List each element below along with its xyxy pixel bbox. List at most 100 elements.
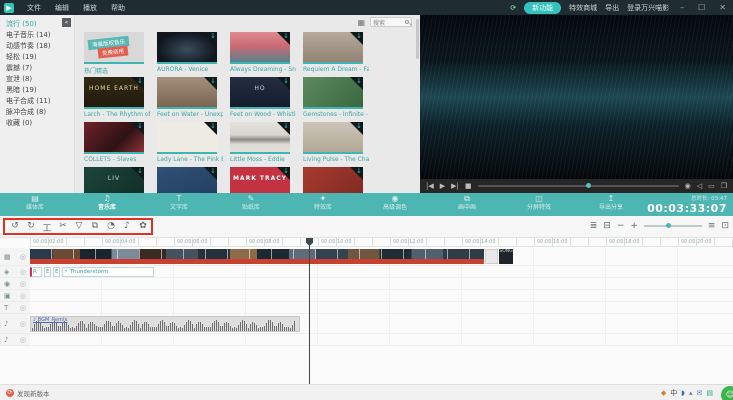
tab-text-library[interactable]: T 文字库 bbox=[144, 194, 214, 212]
track-head-element[interactable]: ▣◎ bbox=[0, 290, 30, 302]
next-frame-button[interactable]: ▶| bbox=[451, 182, 459, 190]
effects-store-button[interactable]: 特效商城 bbox=[569, 3, 597, 13]
menu-play[interactable]: 播放 bbox=[76, 3, 104, 13]
zoom-out-icon[interactable]: − bbox=[617, 221, 625, 231]
video-clip-filmstrip[interactable] bbox=[30, 249, 484, 259]
library-scrollbar[interactable] bbox=[416, 19, 419, 59]
sidebar-collapse-button[interactable]: « bbox=[62, 18, 71, 27]
tab-export-share[interactable]: ↥ 导出分享 bbox=[576, 194, 646, 212]
tab-sticker-library[interactable]: ✎ 贴纸库 bbox=[216, 194, 286, 212]
music-card[interactable]: ↓ bbox=[230, 122, 290, 154]
track-row-element[interactable] bbox=[30, 290, 733, 302]
music-card[interactable]: ↓ bbox=[303, 122, 363, 154]
music-card[interactable]: ↓ bbox=[157, 167, 217, 193]
music-card[interactable]: HO ↓ bbox=[230, 77, 290, 109]
music-card[interactable]: ↓ bbox=[303, 77, 363, 109]
export-menu-button[interactable]: 导出 bbox=[605, 3, 619, 13]
menu-file[interactable]: 文件 bbox=[20, 3, 48, 13]
music-card[interactable]: ↓ bbox=[84, 122, 144, 154]
music-card[interactable]: LIV ↓ bbox=[84, 167, 144, 193]
track-manage-icon[interactable]: ≣ bbox=[590, 221, 598, 231]
sidebar-item-synth[interactable]: 电子合成 (11) bbox=[6, 96, 74, 107]
track-row-text[interactable] bbox=[30, 302, 733, 314]
sidebar-item-favorites[interactable]: 收藏 (0) bbox=[6, 118, 74, 129]
music-card[interactable]: ↓ bbox=[157, 77, 217, 109]
tab-split-screen[interactable]: ◫ 分屏特效 bbox=[504, 194, 574, 212]
track-head-overlay[interactable]: ◉◎ bbox=[0, 278, 30, 290]
snapshot-icon[interactable]: ◉ bbox=[685, 182, 691, 190]
fullscreen-icon[interactable]: ❒ bbox=[721, 182, 727, 190]
tab-effects-library[interactable]: ✦ 特效库 bbox=[288, 194, 358, 212]
sidebar-item-relax[interactable]: 轻松 (19) bbox=[6, 52, 74, 63]
tray-shield-icon[interactable]: ▤ bbox=[706, 389, 713, 397]
refresh-icon[interactable]: ⟳ bbox=[510, 4, 516, 12]
close-button[interactable]: ✕ bbox=[716, 3, 729, 12]
tray-network-icon[interactable]: ◗ bbox=[681, 389, 685, 397]
track-row-overlay[interactable] bbox=[30, 278, 733, 290]
video-clip-blank[interactable] bbox=[485, 249, 498, 264]
music-card[interactable]: ↓ bbox=[230, 32, 290, 64]
update-link[interactable]: 发现新版本 bbox=[17, 388, 50, 398]
tray-volume-icon[interactable]: ▴ bbox=[689, 389, 693, 397]
track-head-text[interactable]: T◎ bbox=[0, 302, 30, 314]
tab-color-grading[interactable]: ◉ 高级调色 bbox=[360, 194, 430, 212]
sidebar-item-dark[interactable]: 黑暗 (19) bbox=[6, 85, 74, 96]
sidebar-item-electronic[interactable]: 电子音乐 (14) bbox=[6, 30, 74, 41]
scrub-slider[interactable] bbox=[478, 185, 679, 187]
tray-mail-icon[interactable]: ✉ bbox=[697, 389, 703, 397]
playhead[interactable] bbox=[309, 238, 310, 384]
video-clip-tail[interactable]: SONG bbox=[499, 249, 513, 264]
effect-clip[interactable]: R bbox=[30, 267, 42, 277]
eye-icon[interactable]: ◎ bbox=[20, 292, 26, 300]
volume-icon[interactable]: ◁ bbox=[697, 182, 702, 190]
eye-icon[interactable]: ◎ bbox=[20, 253, 26, 261]
timeline-zoom-slider[interactable] bbox=[644, 225, 702, 227]
audio-clip[interactable]: ♪ BGM_Remix bbox=[30, 316, 300, 332]
music-card[interactable]: ↓ bbox=[303, 32, 363, 64]
track-row-voice[interactable] bbox=[30, 334, 733, 346]
eye-icon[interactable]: ◎ bbox=[20, 280, 26, 288]
grid-view-icon[interactable]: ▦ bbox=[357, 18, 365, 27]
effect-clip-thunderstorm[interactable]: ⚡ Thunderstorm bbox=[62, 267, 154, 277]
music-card[interactable]: HOME EARTH ↓ bbox=[84, 77, 144, 109]
tab-music-library[interactable]: ♫ 音乐库 bbox=[72, 194, 142, 212]
scrub-handle[interactable] bbox=[586, 183, 591, 188]
minimize-button[interactable]: – bbox=[677, 3, 687, 12]
track-head-video[interactable]: ▦◎ bbox=[0, 248, 30, 266]
music-card[interactable]: ↓ bbox=[157, 32, 217, 64]
effect-clip[interactable]: E bbox=[53, 267, 60, 277]
sidebar-item-release[interactable]: 宣泄 (8) bbox=[6, 74, 74, 85]
timeline-ruler[interactable]: 00:00:02:00 00:00:04:00 00:00:06:00 00:0… bbox=[30, 238, 733, 247]
tray-app-icon[interactable]: ◆ bbox=[661, 389, 666, 397]
zoom-slider-handle[interactable] bbox=[666, 223, 671, 228]
shortcut-icon[interactable]: ≡ bbox=[708, 221, 716, 231]
sidebar-item-beat[interactable]: 动感节奏 (18) bbox=[6, 41, 74, 52]
sidebar-item-pulse[interactable]: 脉冲合成 (8) bbox=[6, 107, 74, 118]
eye-icon[interactable]: ◎ bbox=[20, 336, 26, 344]
assistant-fab-button[interactable]: ☺ bbox=[721, 386, 733, 400]
menu-help[interactable]: 帮助 bbox=[104, 3, 132, 13]
eye-icon[interactable]: ◎ bbox=[20, 304, 26, 312]
zoom-in-icon[interactable]: + bbox=[630, 221, 638, 231]
maximize-button[interactable]: ☐ bbox=[695, 3, 708, 12]
fit-screen-icon[interactable]: ⊡ bbox=[721, 221, 729, 231]
account-button[interactable]: 登录万兴喵影 bbox=[627, 3, 669, 13]
sidebar-item-epic[interactable]: 震撼 (7) bbox=[6, 63, 74, 74]
tab-pip[interactable]: ⧉ 画中画 bbox=[432, 194, 502, 212]
ratio-icon[interactable]: ▭ bbox=[708, 182, 715, 190]
tab-media-library[interactable]: ▤ 媒体库 bbox=[0, 194, 70, 212]
effect-clip[interactable]: E bbox=[44, 267, 51, 277]
music-card[interactable]: MARK TRACY ↓ bbox=[230, 167, 290, 193]
ime-icon[interactable]: 中 bbox=[670, 388, 677, 398]
video-preview[interactable] bbox=[420, 15, 733, 179]
stop-button[interactable]: ■ bbox=[465, 182, 472, 190]
fit-timeline-icon[interactable]: ⊟ bbox=[603, 221, 611, 231]
menu-edit[interactable]: 编辑 bbox=[48, 3, 76, 13]
track-head-voice[interactable]: ♪◎ bbox=[0, 334, 30, 346]
play-button[interactable]: ▶ bbox=[440, 182, 445, 190]
search-input[interactable]: 搜索 bbox=[370, 17, 412, 27]
music-card[interactable]: ↓ bbox=[157, 122, 217, 154]
new-feature-button[interactable]: 新功能 bbox=[524, 2, 561, 14]
music-card[interactable]: ↓ bbox=[303, 167, 363, 193]
promo-card[interactable]: 海量版权音乐 免费商用 bbox=[84, 32, 144, 64]
